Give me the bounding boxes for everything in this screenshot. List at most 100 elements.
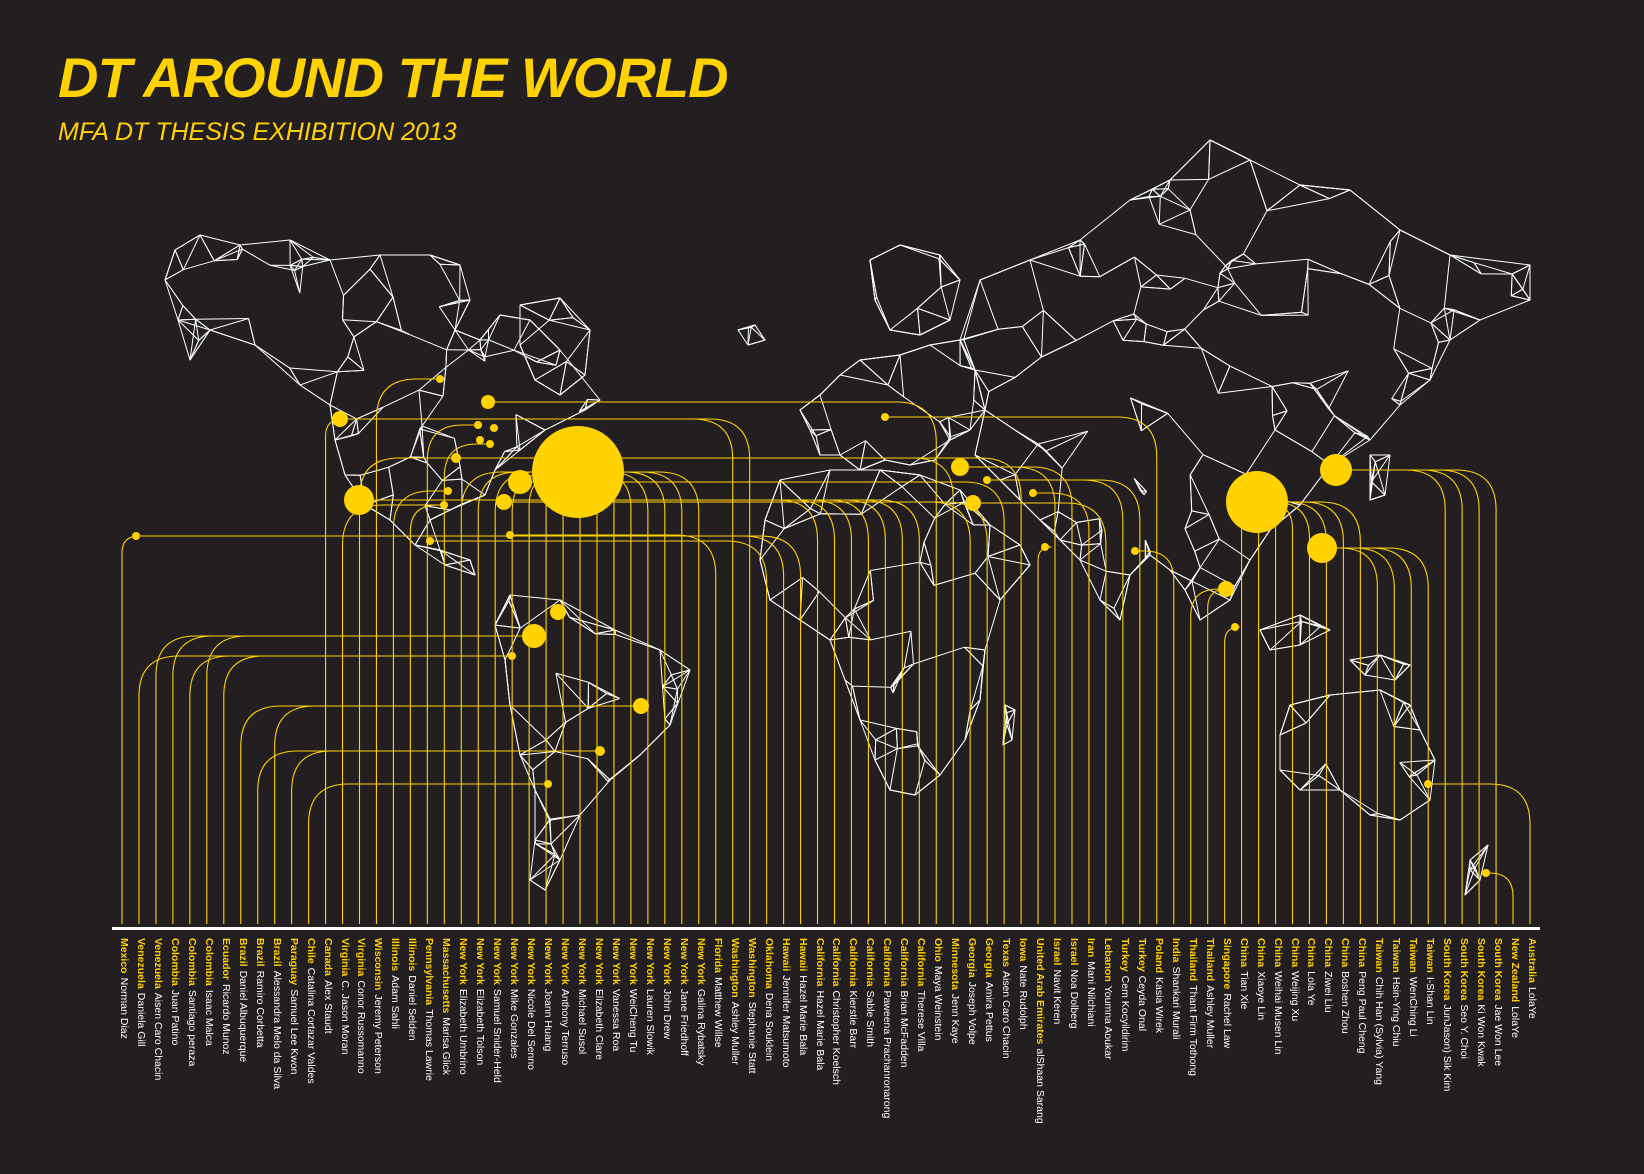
connector-line	[578, 471, 666, 924]
location-dot	[532, 426, 624, 518]
country-label: California	[881, 938, 894, 987]
group-bar	[1163, 927, 1507, 930]
student-label: Washington Stephanie Statt	[745, 938, 758, 1074]
student-label: New York Mike Gonzales	[507, 938, 520, 1058]
location-dot	[508, 470, 532, 494]
country-label: New York	[559, 938, 572, 985]
student-name: Samuel Snider-Held	[491, 988, 504, 1083]
student-label: Taiwan WenChing Li	[1406, 938, 1419, 1037]
connector-line	[511, 471, 578, 924]
poster: DT AROUND THE WORLD MFA DT THESIS EXHIBI…	[0, 0, 1644, 1174]
student-label: Massachusetts Marisa Glick	[439, 938, 452, 1075]
connector-line	[520, 481, 1005, 924]
student-name: Nicole Del Senno	[525, 988, 538, 1071]
student-name: Sable Smith	[864, 990, 877, 1048]
location-dot	[476, 436, 484, 444]
country-label: China	[1356, 938, 1369, 968]
connector-line	[1257, 501, 1344, 924]
country-label: Washington	[745, 938, 758, 998]
student-label: China Weihai Musen Lin	[1271, 938, 1284, 1054]
student-label: Thailand Ashley Muller	[1203, 938, 1216, 1048]
connector-line	[240, 705, 641, 924]
location-dot	[1131, 547, 1139, 555]
student-label: New York Michael Susol	[575, 938, 588, 1054]
country-label: Massachusetts	[440, 938, 453, 1014]
country-label: South Korea	[1458, 938, 1471, 1001]
country-label: New York	[677, 938, 690, 985]
country-label: Venezuela	[151, 938, 164, 989]
country-label: Singapore	[1220, 938, 1233, 990]
connector-line	[578, 471, 683, 924]
student-name: Seo Y. Choi	[1458, 1004, 1471, 1059]
student-name: Alex Staudt	[321, 979, 334, 1034]
student-label: Minnesota Jenn Kaye	[948, 938, 961, 1044]
country-label: South Korea	[1441, 938, 1454, 1001]
student-label: New York Joann Huang	[541, 938, 554, 1051]
country-label: Israel	[1051, 938, 1063, 966]
student-label: Australia LolaYe	[1525, 938, 1538, 1019]
country-label: Lebanon	[1101, 938, 1114, 982]
connector-line	[504, 501, 988, 924]
country-label: California	[864, 938, 877, 987]
student-label: New York Lauren Slowik	[643, 938, 656, 1055]
location-dot	[1424, 780, 1432, 788]
student-label: Brazil Daniel Albuquerque	[236, 938, 249, 1062]
student-name: Vanessa Roa	[609, 988, 622, 1052]
student-name: Jae Won Lee	[1492, 1004, 1505, 1067]
country-label: New York	[508, 938, 521, 985]
country-label: California	[915, 938, 928, 987]
country-label: Texas	[1000, 938, 1013, 967]
student-label: China Lola Ye	[1304, 938, 1317, 1006]
student-name: Isaac Malca	[202, 989, 215, 1046]
student-label: Turkey Cem Kocyildirim	[1118, 938, 1131, 1052]
country-label: New York	[474, 938, 487, 985]
connector-line	[973, 502, 1107, 924]
student-name: Michael Susol	[576, 988, 589, 1055]
student-label: Taiwan Chih Han (Sylvia) Yang	[1372, 938, 1385, 1085]
student-label: Lebanon Youmna Aoukar	[1101, 938, 1114, 1060]
student-name: Ziwei Liu	[1322, 971, 1335, 1013]
country-label: Ecuador	[219, 938, 232, 981]
poster-subtitle: MFA DT THESIS EXHIBITION 2013	[58, 118, 457, 146]
location-dot	[474, 421, 482, 429]
location-dot	[486, 440, 494, 448]
country-label: Taiwan	[1373, 938, 1386, 973]
country-label: China	[1322, 938, 1335, 968]
country-label: Iowa	[1017, 938, 1030, 962]
student-label: Paraguay Samuel Lee Kwon	[287, 938, 300, 1075]
student-label: Washington Ashley Muller	[728, 938, 741, 1065]
connector-line	[375, 378, 440, 924]
student-label: California Sable Smith	[863, 938, 876, 1047]
connector-line	[223, 655, 512, 924]
student-label: Taiwan I-Shan Lin	[1423, 938, 1436, 1025]
country-label: New Zealand	[1509, 938, 1522, 1003]
student-name: Mani Nilchiani	[1084, 961, 1097, 1027]
student-name: Joann Huang	[542, 988, 555, 1052]
country-label: Ohio	[932, 938, 945, 962]
student-label: China Weijing Xu	[1288, 938, 1301, 1021]
student-label: China Ziwei Liu	[1321, 938, 1334, 1013]
connector-line	[562, 471, 581, 924]
student-label: Chile Catalina Cortazar Valdes	[304, 938, 317, 1084]
group-bar	[1503, 927, 1540, 930]
student-label: Illinois Daniel Selden	[405, 938, 418, 1041]
location-dot	[1482, 869, 1490, 877]
student-label: Virginia Conor Russomanno	[354, 938, 367, 1074]
connector-line	[578, 471, 615, 924]
student-name: Marisa Glick	[440, 1017, 453, 1076]
poster-title: DT AROUND THE WORLD	[58, 46, 729, 109]
connector-line	[1322, 547, 1395, 924]
connector-line	[494, 471, 578, 924]
location-dot	[436, 375, 444, 383]
student-label: Singapore Rachel Law	[1220, 938, 1233, 1048]
country-label: Turkey	[1135, 938, 1148, 972]
location-dot	[1041, 543, 1049, 551]
location-dot	[451, 453, 461, 463]
connector-line	[510, 534, 717, 924]
connector-line	[1336, 469, 1446, 924]
student-name: Cem Kocyildirim	[1118, 975, 1131, 1052]
country-label: New York	[491, 938, 504, 985]
student-name: Chih Han (Sylvia) Yang	[1373, 976, 1386, 1085]
student-name: LolaYe	[1509, 1006, 1522, 1038]
student-name: Nate Rudolph	[1017, 965, 1030, 1030]
